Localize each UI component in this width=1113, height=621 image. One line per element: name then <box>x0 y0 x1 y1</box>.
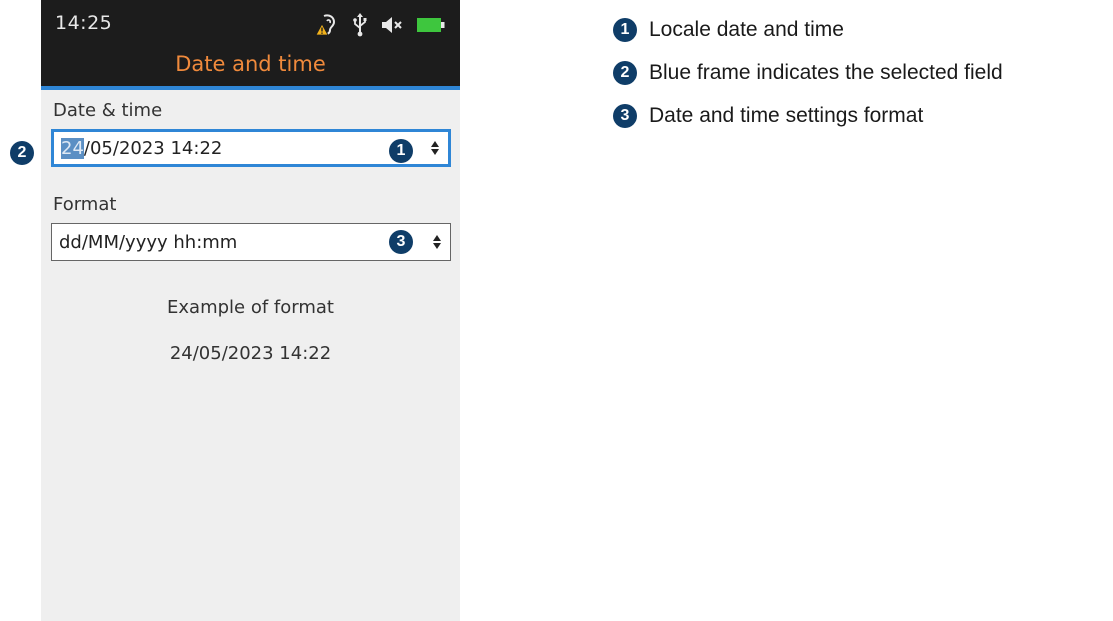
hearing-warning-icon <box>315 14 336 36</box>
callout-legend: 1 Locale date and time 2 Blue frame indi… <box>613 18 1003 147</box>
example-value: 24/05/2023 14:22 <box>169 343 332 364</box>
legend-text: Blue frame indicates the selected field <box>649 61 1003 84</box>
title-divider <box>41 86 460 90</box>
format-label: Format <box>53 194 117 215</box>
example-label: Example of format <box>167 297 334 318</box>
date-time-label: Date & time <box>53 100 163 121</box>
status-clock: 14:25 <box>55 12 113 34</box>
up-down-spinner-icon[interactable] <box>432 232 442 252</box>
format-value: dd/MM/yyyy hh:mm <box>59 231 238 253</box>
legend-item: 2 Blue frame indicates the selected fiel… <box>613 61 1003 85</box>
callout-badge-3: 3 <box>389 230 413 254</box>
status-icons <box>314 13 446 37</box>
callout-badge-2: 2 <box>10 141 34 165</box>
date-time-rest: /05/2023 14:22 <box>83 137 223 159</box>
usb-icon <box>353 13 367 37</box>
legend-badge-1: 1 <box>613 18 637 42</box>
callout-badge-1: 1 <box>389 139 413 163</box>
speaker-muted-icon <box>382 17 402 33</box>
legend-item: 3 Date and time settings format <box>613 104 1003 128</box>
up-down-spinner-icon[interactable] <box>430 138 440 158</box>
legend-text: Date and time settings format <box>649 104 924 127</box>
device-screen: 14:25 Date and time Date & time 24/05/20… <box>41 0 460 621</box>
status-bar: 14:25 Date and time <box>41 0 460 90</box>
legend-badge-3: 3 <box>613 104 637 128</box>
legend-item: 1 Locale date and time <box>613 18 1003 42</box>
selected-day-segment: 24 <box>61 137 84 159</box>
screen-title: Date and time <box>175 52 326 76</box>
legend-badge-2: 2 <box>613 61 637 85</box>
legend-text: Locale date and time <box>649 18 844 41</box>
date-time-value: 24/05/2023 14:22 <box>54 137 223 159</box>
battery-icon <box>417 18 445 32</box>
